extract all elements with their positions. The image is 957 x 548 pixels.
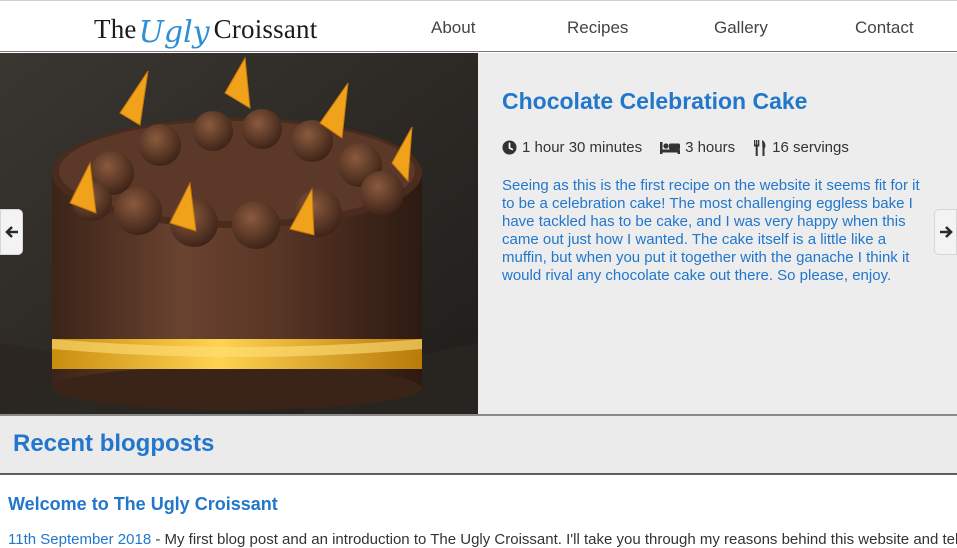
nav-recipes[interactable]: Recipes bbox=[567, 18, 628, 38]
clock-icon bbox=[502, 140, 517, 155]
recipe-meta: 1 hour 30 minutes 3 hours 16 servings bbox=[502, 139, 849, 156]
servings: 16 servings bbox=[753, 139, 849, 156]
bed-icon bbox=[660, 142, 681, 154]
rest-time-text: 3 hours bbox=[685, 139, 736, 156]
site-header: The Ugly Croissant About Recipes Gallery… bbox=[0, 0, 957, 52]
blogpost-excerpt-line: 11th September 2018 - My first blog post… bbox=[8, 531, 957, 548]
carousel-next-button[interactable] bbox=[934, 209, 957, 255]
site-logo[interactable]: The Ugly Croissant bbox=[94, 7, 317, 51]
recipe-title[interactable]: Chocolate Celebration Cake bbox=[502, 88, 807, 115]
blogpost-title[interactable]: Welcome to The Ugly Croissant bbox=[8, 494, 278, 515]
logo-word-ugly: Ugly bbox=[138, 14, 210, 50]
blogpost-separator: - bbox=[155, 531, 165, 548]
recent-blogposts-header: Recent blogposts bbox=[0, 414, 957, 475]
nav-about[interactable]: About bbox=[431, 18, 475, 38]
carousel-prev-button[interactable] bbox=[0, 209, 23, 255]
logo-word-croissant: Croissant bbox=[213, 13, 318, 44]
prep-time-text: 1 hour 30 minutes bbox=[522, 139, 643, 156]
nav-contact[interactable]: Contact bbox=[855, 18, 914, 38]
arrow-right-icon bbox=[939, 226, 953, 238]
blogpost-excerpt: My first blog post and an introduction t… bbox=[164, 531, 957, 548]
cutlery-icon bbox=[754, 139, 766, 156]
nav-gallery[interactable]: Gallery bbox=[714, 18, 768, 38]
arrow-left-icon bbox=[4, 226, 18, 238]
recent-blogposts-heading: Recent blogposts bbox=[13, 430, 215, 457]
featured-recipe-image[interactable] bbox=[0, 53, 478, 414]
logo-word-the: The bbox=[94, 13, 137, 44]
servings-text: 16 servings bbox=[772, 139, 849, 156]
recipe-description: Seeing as this is the first recipe on th… bbox=[502, 177, 920, 284]
rest-time: 3 hours bbox=[660, 139, 735, 156]
blogpost-date: 11th September 2018 bbox=[8, 531, 152, 548]
prep-time: 1 hour 30 minutes bbox=[502, 139, 642, 156]
featured-recipe-carousel: Chocolate Celebration Cake 1 hour 30 min… bbox=[0, 53, 957, 414]
